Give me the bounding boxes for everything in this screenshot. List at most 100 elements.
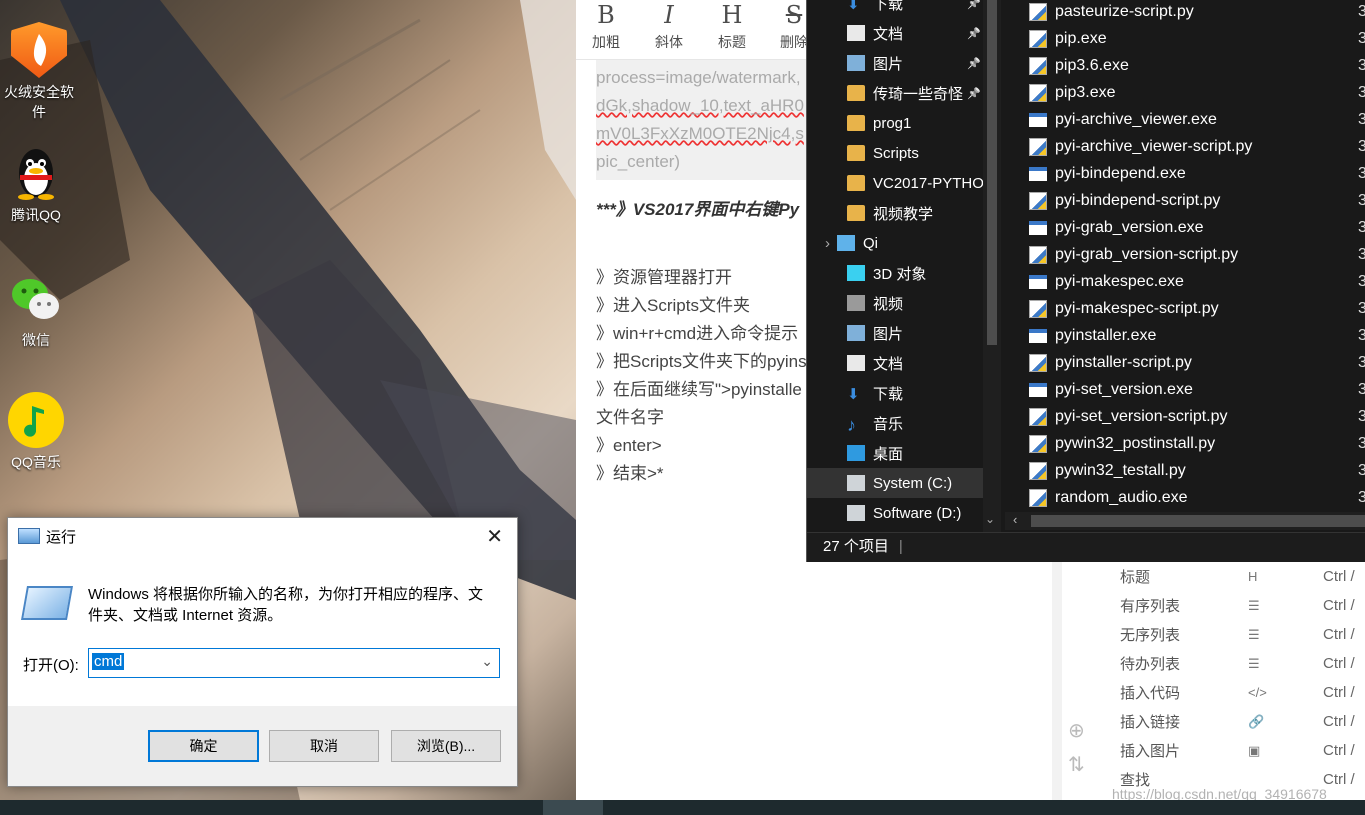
shortcut-icon: ☰ <box>1248 626 1260 642</box>
move-icon[interactable]: ⇅ <box>1068 752 1085 777</box>
file-name: pyi-grab_version-script.py <box>1055 245 1239 263</box>
nav-item[interactable]: System (C:) <box>807 468 983 498</box>
file-row[interactable]: pip.exe 3/ <box>1029 25 1365 52</box>
file-date: 3/ <box>1358 164 1365 182</box>
file-date: 3/ <box>1358 461 1365 479</box>
folder-icon <box>847 145 865 161</box>
nav-item[interactable]: 文档 📌 <box>807 18 983 48</box>
chevron-down-icon[interactable]: ⌄ <box>481 653 493 670</box>
file-row[interactable]: pip3.6.exe 3/ <box>1029 52 1365 79</box>
file-row[interactable]: pyi-grab_version.exe 3/ <box>1029 214 1365 241</box>
nav-item-label: VC2017-PYTHO <box>873 174 984 192</box>
file-row[interactable]: pyi-set_version.exe 3/ <box>1029 376 1365 403</box>
nav-item[interactable]: 桌面 <box>807 438 983 468</box>
command-input[interactable]: cmd <box>92 653 125 670</box>
nav-item[interactable]: Software (D:) <box>807 498 983 528</box>
horizontal-scrollbar[interactable]: ‹ <box>1005 512 1365 530</box>
nav-item[interactable]: 3D 对象 <box>807 258 983 288</box>
file-row[interactable]: pyi-archive_viewer-script.py 3/ <box>1029 133 1365 160</box>
file-name: pyi-set_version-script.py <box>1055 407 1228 425</box>
file-row[interactable]: pyi-archive_viewer.exe 3/ <box>1029 106 1365 133</box>
run-icon <box>18 528 40 544</box>
python-file-icon <box>1029 191 1047 210</box>
file-row[interactable]: pip3.exe 3/ <box>1029 79 1365 106</box>
file-row[interactable]: pyi-bindepend-script.py 3/ <box>1029 187 1365 214</box>
download-icon: ⬇ <box>847 386 860 403</box>
file-name: pyi-archive_viewer.exe <box>1055 110 1217 128</box>
file-row[interactable]: pyi-makespec-script.py 3/ <box>1029 295 1365 322</box>
document-icon <box>847 355 865 371</box>
nav-item[interactable]: 传琦一些奇怪 📌 <box>807 78 983 108</box>
nav-item[interactable]: 图片 <box>807 318 983 348</box>
python-file-icon <box>1029 488 1047 507</box>
nav-item[interactable]: 视频教学 <box>807 198 983 228</box>
file-name: pywin32_postinstall.py <box>1055 434 1216 452</box>
file-explorer-window: ⬇ 下载 📌 文档 📌 图片 📌 传琦一些奇怪 📌 prog1 Scripts VC2017-PYTH… <box>806 0 1365 562</box>
nav-item[interactable]: ♪ 音乐 <box>807 408 983 438</box>
shortcut-row: 待办列表 ☰ Ctrl / <box>1098 649 1365 678</box>
nav-scrollbar-thumb[interactable] <box>987 0 997 345</box>
taskbar <box>0 800 1365 815</box>
nav-item-label: prog1 <box>873 114 912 132</box>
italic-icon: I <box>664 1 674 29</box>
scroll-left-arrow-icon[interactable]: ‹ <box>1013 512 1017 527</box>
file-date: 3/ <box>1358 110 1365 128</box>
scroll-down-arrow-icon[interactable]: ⌄ <box>985 512 995 526</box>
file-row[interactable]: pyinstaller.exe 3/ <box>1029 322 1365 349</box>
desktop-icon-label: QQ音乐 <box>11 454 61 470</box>
file-row[interactable]: pasteurize-script.py 3/ <box>1029 0 1365 25</box>
python-file-icon <box>1029 29 1047 48</box>
nav-item[interactable]: ⬇ 下载 📌 <box>807 0 983 18</box>
nav-item[interactable]: 视频 <box>807 288 983 318</box>
drive-icon <box>847 475 865 491</box>
nav-item[interactable]: prog1 <box>807 108 983 138</box>
target-icon[interactable]: ⊕ <box>1068 718 1085 743</box>
shortcut-key: Ctrl / <box>1323 626 1355 643</box>
nav-item-label: 视频教学 <box>873 205 934 223</box>
nav-item[interactable]: 文档 <box>807 348 983 378</box>
folder-icon <box>847 175 865 191</box>
nav-item[interactable]: Qi › <box>807 228 983 258</box>
close-icon[interactable]: ✕ <box>486 524 503 549</box>
browse-button[interactable]: 浏览(B)... <box>391 730 501 762</box>
open-combobox[interactable]: cmd ⌄ <box>88 648 500 678</box>
file-row[interactable]: random_audio.exe 3/ <box>1029 484 1365 511</box>
file-row[interactable]: pywin32_postinstall.py 3/ <box>1029 430 1365 457</box>
nav-scrollbar[interactable] <box>983 0 1001 532</box>
file-row[interactable]: pyi-bindepend.exe 3/ <box>1029 160 1365 187</box>
ok-button[interactable]: 确定 <box>148 730 259 762</box>
file-row[interactable]: pyi-grab_version-script.py 3/ <box>1029 241 1365 268</box>
taskbar-active-app[interactable] <box>543 800 603 815</box>
desktop-icon-qq[interactable]: 腾讯QQ <box>0 145 75 225</box>
nav-item[interactable]: VC2017-PYTHO <box>807 168 984 198</box>
file-date: 3/ <box>1358 407 1365 425</box>
file-row[interactable]: pyi-set_version-script.py 3/ <box>1029 403 1365 430</box>
file-name: pasteurize-script.py <box>1055 2 1194 20</box>
video-icon <box>847 295 865 311</box>
file-row[interactable]: pyi-makespec.exe 3/ <box>1029 268 1365 295</box>
cancel-button[interactable]: 取消 <box>269 730 379 762</box>
desktop-icon-wechat[interactable]: 微信 <box>0 270 75 350</box>
run-program-icon <box>21 586 73 620</box>
bold-button[interactable]: B 加粗 <box>576 0 636 52</box>
navigation-pane: ⬇ 下载 📌 文档 📌 图片 📌 传琦一些奇怪 📌 prog1 Scripts VC2017-PYTH… <box>807 0 1003 532</box>
italic-button[interactable]: I 斜体 <box>639 0 699 52</box>
nav-item[interactable]: Scripts <box>807 138 983 168</box>
file-row[interactable]: pyinstaller-script.py 3/ <box>1029 349 1365 376</box>
shortcut-name: 插入链接 <box>1120 714 1181 731</box>
desktop-icon-qqmusic[interactable]: QQ音乐 <box>0 392 75 472</box>
file-date: 3/ <box>1358 29 1365 47</box>
nav-item-label: Scripts <box>873 144 919 162</box>
nav-item[interactable]: 图片 📌 <box>807 48 983 78</box>
file-name: pip3.exe <box>1055 83 1116 101</box>
editor-scrollbar[interactable] <box>1052 562 1062 800</box>
expand-chevron-icon[interactable]: › <box>825 235 830 252</box>
cube-icon <box>847 265 865 281</box>
file-date: 3/ <box>1358 299 1365 317</box>
file-date: 3/ <box>1358 380 1365 398</box>
desktop-icon-huorong[interactable]: 火绒安全软件 <box>0 22 78 122</box>
nav-item[interactable]: ⬇ 下载 <box>807 378 983 408</box>
horizontal-scrollbar-thumb[interactable] <box>1031 515 1365 527</box>
heading-button[interactable]: H 标题 <box>702 0 762 52</box>
file-row[interactable]: pywin32_testall.py 3/ <box>1029 457 1365 484</box>
